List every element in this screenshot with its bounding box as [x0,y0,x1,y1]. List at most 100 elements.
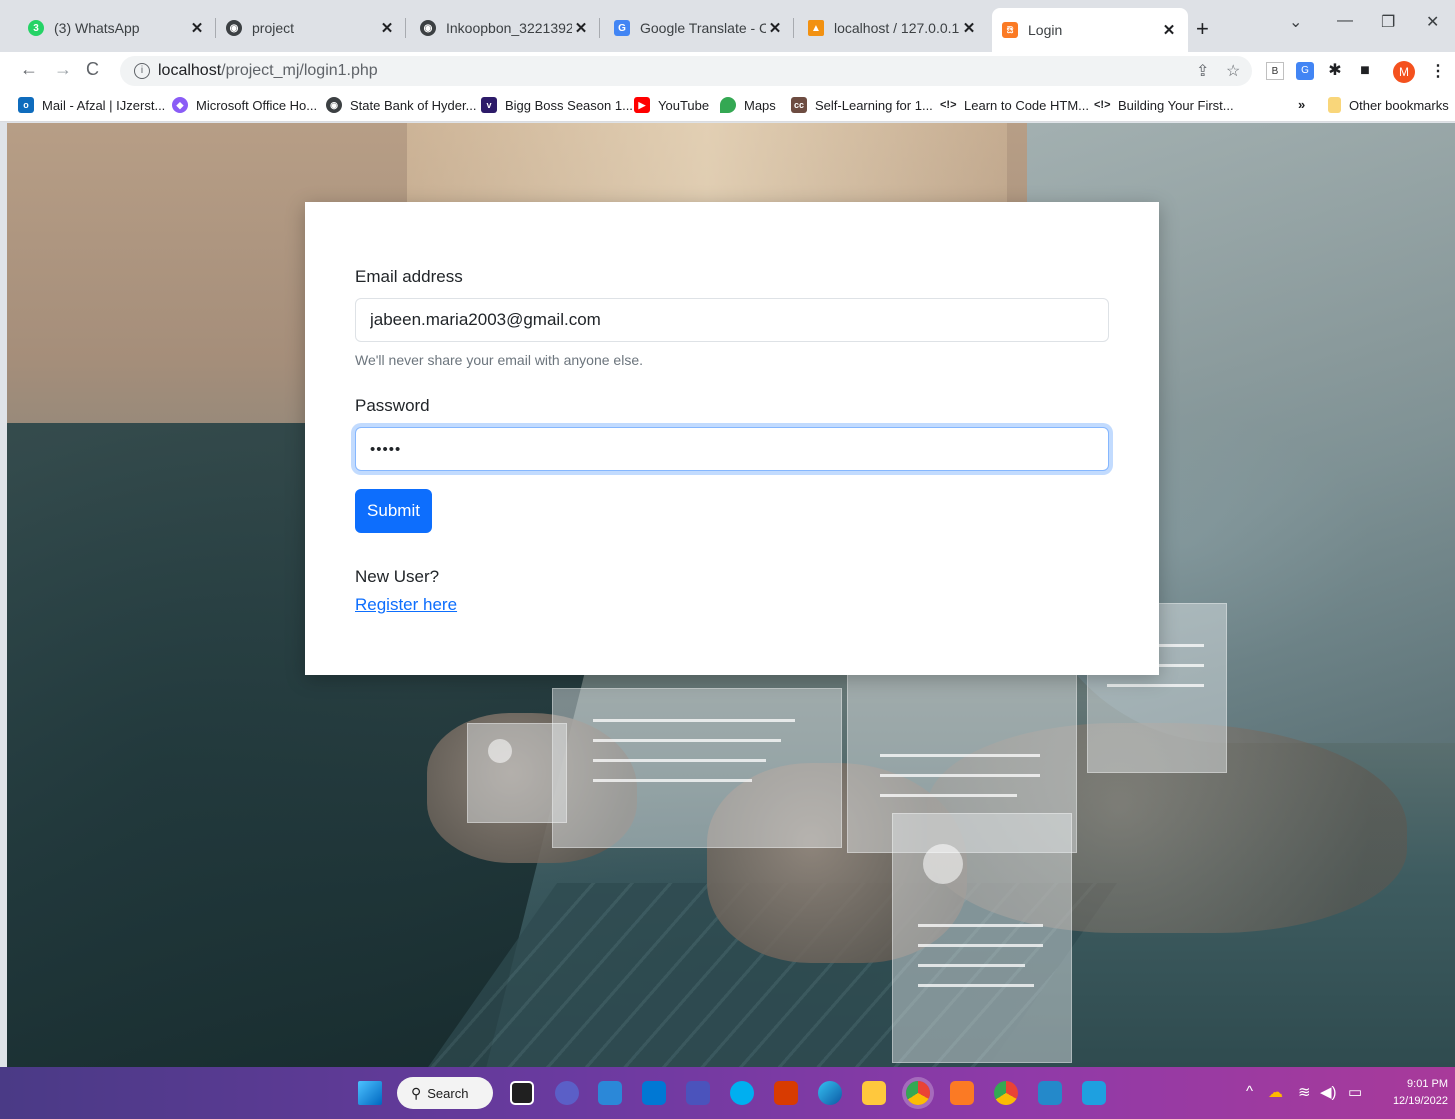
bookmark-learn-html[interactable]: <!> Learn to Code HTM... [940,97,1089,113]
url-host: localhost [158,62,222,79]
bookmark-building-first[interactable]: <!> Building Your First... [1094,97,1234,113]
extensions-puzzle-icon[interactable]: ✱ [1326,62,1344,80]
onedrive-icon[interactable]: ☁ [1268,1083,1283,1101]
bookmark-star-icon[interactable]: ☆ [1226,61,1240,81]
bookmark-youtube[interactable]: ▶ YouTube [634,97,709,113]
outlook-icon: o [18,97,34,113]
register-link[interactable]: Register here [355,595,457,615]
bookmark-label: State Bank of Hyder... [350,97,477,113]
globe-icon: ◉ [326,97,342,113]
close-icon[interactable]: ✕ [960,19,978,37]
close-icon[interactable]: ✕ [188,19,206,37]
restore-icon[interactable]: ❐ [1381,12,1395,32]
password-label: Password [355,396,430,415]
folder-icon [1328,97,1341,113]
card-line [879,794,1017,797]
widgets-icon[interactable] [598,1081,622,1105]
card-line [879,754,1040,757]
show-hidden-icons[interactable]: ^ [1246,1083,1253,1100]
bookmark-label: Mail - Afzal | IJzerst... [42,97,166,113]
tab-inkoopbon[interactable]: ◉ Inkoopbon_3221392_19 ✕ [410,8,600,48]
minimize-icon[interactable]: — [1337,12,1353,30]
url-path: /project_mj/login1.php [221,62,378,79]
card-line [1107,684,1204,687]
photos-icon[interactable] [1082,1081,1106,1105]
bookmark-office[interactable]: ◆ Microsoft Office Ho... [172,97,317,113]
share-icon[interactable]: ⇪ [1196,61,1209,81]
card-line [593,759,767,762]
tab-separator [793,18,794,38]
mail-icon[interactable] [642,1081,666,1105]
chrome-icon[interactable] [906,1081,930,1105]
info-icon[interactable]: i [134,63,150,79]
email-help-text: We'll never share your email with anyone… [355,352,643,368]
extension-b-icon[interactable]: B [1266,62,1284,80]
tab-strip: 3 (3) WhatsApp ✕ ◉ project ✕ ◉ Inkoopbon… [0,0,1455,52]
tab-google-translate[interactable]: G Google Translate - Chrom ✕ [604,8,794,48]
taskbar-search[interactable]: ⚲ Search [397,1077,493,1109]
back-icon[interactable]: ← [20,59,38,80]
task-view-icon[interactable] [510,1081,534,1105]
tab-search-icon[interactable]: ⌄ [1289,12,1302,32]
password-field[interactable]: ••••• [355,427,1109,471]
maps-pin-icon [720,97,736,113]
tab-title: localhost / 127.0.0.1 / jo [834,20,960,36]
card-line [917,944,1043,947]
xampp-taskbar-icon[interactable] [950,1081,974,1105]
tab-title: project [252,20,295,36]
menu-kebab-icon[interactable]: ⋮ [1430,61,1446,81]
edge-icon[interactable] [818,1081,842,1105]
reload-icon[interactable]: C [86,59,99,80]
side-panel-icon[interactable]: ■ [1356,62,1374,80]
tab-title: Google Translate - Chrom [640,20,766,36]
battery-icon[interactable]: ▭ [1348,1083,1362,1101]
new-tab-button[interactable]: + [1196,16,1209,42]
window-close-icon[interactable]: ✕ [1426,12,1439,32]
skype-icon[interactable] [730,1081,754,1105]
windows-start-icon[interactable] [358,1081,382,1105]
google-translate-extension-icon[interactable]: G [1296,62,1314,80]
tab-title: (3) WhatsApp [54,20,140,36]
tab-phpmyadmin[interactable]: ▲ localhost / 127.0.0.1 / jo ✕ [798,8,988,48]
submit-button[interactable]: Submit [355,489,432,533]
chat-icon[interactable] [555,1081,579,1105]
wifi-icon[interactable]: ≋ [1298,1083,1311,1101]
bookmark-label: Bigg Boss Season 1... [505,97,633,113]
card-line [593,719,795,722]
volume-icon[interactable]: ◀) [1320,1083,1337,1101]
office-app-icon[interactable] [774,1081,798,1105]
new-user-text: New User? [355,567,440,586]
chrome-profile-icon[interactable] [994,1081,1018,1105]
tab-project[interactable]: ◉ project ✕ [216,8,406,48]
bookmark-mail[interactable]: o Mail - Afzal | IJzerst... [18,97,165,113]
other-bookmarks[interactable]: Other bookmarks [1328,97,1449,113]
bookmark-maps[interactable]: Maps [720,97,776,113]
bookmark-sbh[interactable]: ◉ State Bank of Hyder... [326,97,476,113]
bookmark-label: Learn to Code HTM... [964,97,1089,113]
code-icon: <!> [940,99,957,111]
close-icon[interactable]: ✕ [378,19,396,37]
voot-icon: v [481,97,497,113]
bookmark-bigg-boss[interactable]: v Bigg Boss Season 1... [481,97,633,113]
tab-login[interactable]: ಔ Login ✕ [992,8,1188,52]
email-field[interactable] [355,298,1109,342]
background-ui-card [892,813,1072,1063]
globe-icon: ◉ [420,20,436,36]
teams-icon[interactable] [686,1081,710,1105]
bookmark-self-learning[interactable]: cc Self-Learning for 1... [791,97,933,113]
phpmyadmin-icon: ▲ [808,20,824,36]
globe-icon: ◉ [226,20,242,36]
taskbar-clock[interactable]: 9:01 PM 12/19/2022 [1378,1076,1448,1110]
file-explorer-icon[interactable] [862,1081,886,1105]
card-line [917,924,1043,927]
close-icon[interactable]: ✕ [766,19,784,37]
xampp-icon: ಔ [1002,22,1018,38]
forward-icon[interactable]: → [54,59,72,80]
tab-whatsapp[interactable]: 3 (3) WhatsApp ✕ [18,8,216,48]
close-icon[interactable]: ✕ [1160,21,1178,39]
bookmarks-overflow-button[interactable]: » [1298,97,1305,112]
vscode-icon[interactable] [1038,1081,1062,1105]
close-icon[interactable]: ✕ [572,19,590,37]
profile-avatar[interactable]: M [1393,61,1415,83]
address-bar[interactable]: i localhost/project_mj/login1.php [120,56,1252,86]
